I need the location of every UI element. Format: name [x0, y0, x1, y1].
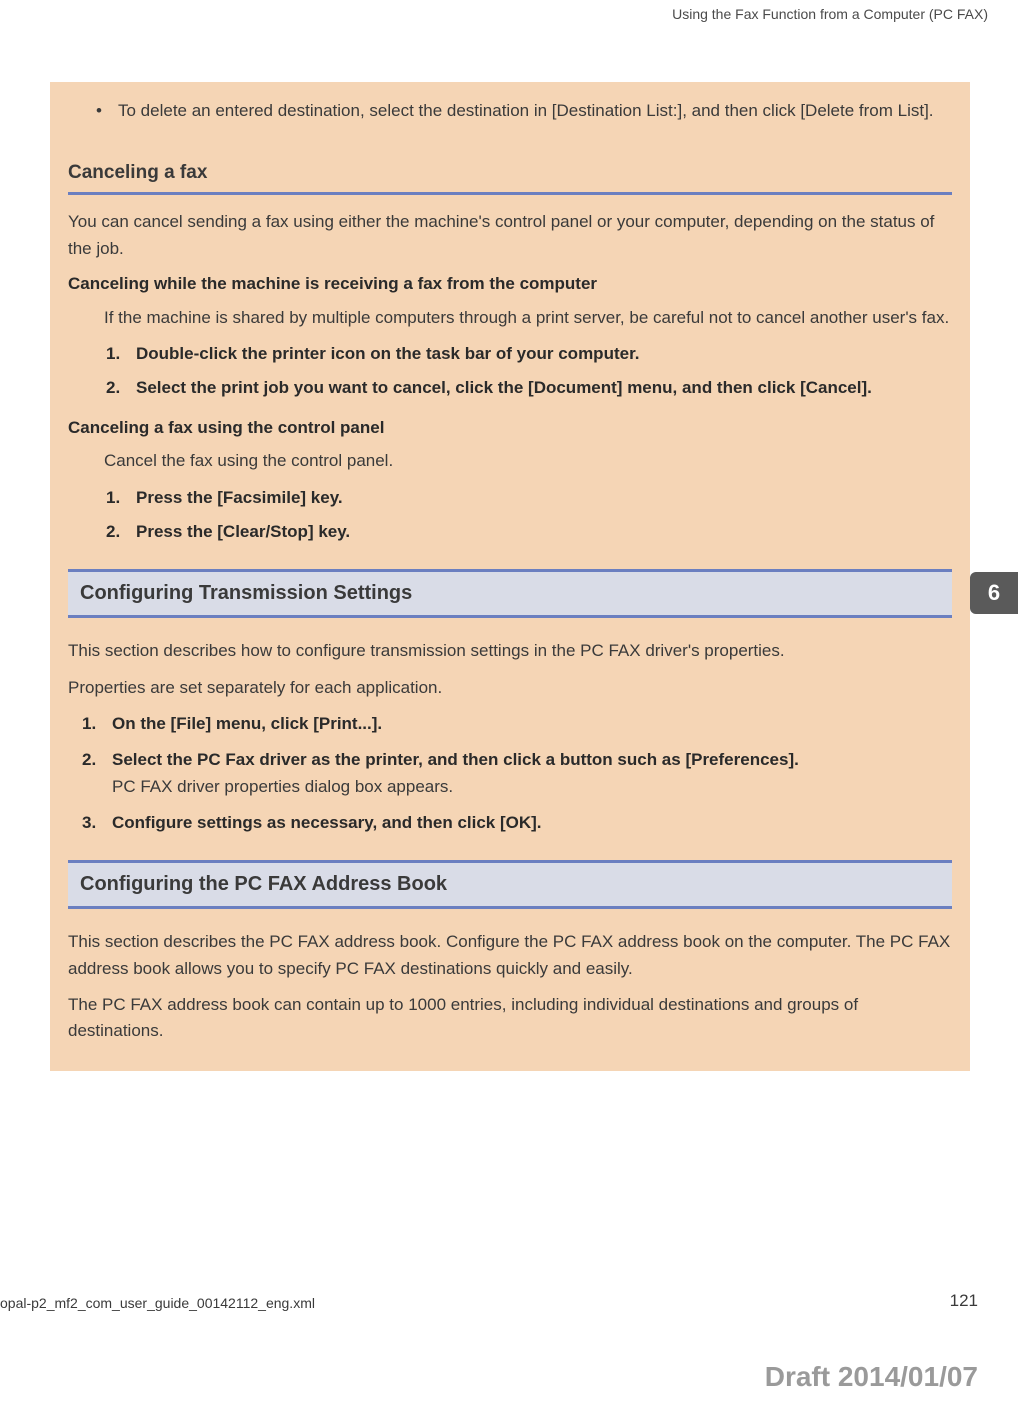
draft-watermark: Draft 2014/01/07	[765, 1361, 978, 1393]
running-header: Using the Fax Function from a Computer (…	[0, 0, 1018, 22]
bullet-dot-icon: •	[96, 98, 118, 124]
list-item: 1. Press the [Facsimile] key.	[106, 485, 952, 511]
bullet-text: To delete an entered destination, select…	[118, 98, 934, 124]
cancel-sub1-title: Canceling while the machine is receiving…	[68, 272, 952, 297]
cancel-sub2-title: Canceling a fax using the control panel	[68, 416, 952, 441]
addrbook-p2: The PC FAX address book can contain up t…	[68, 992, 952, 1045]
step-text: Double-click the printer icon on the tas…	[136, 341, 639, 367]
section-heading-canceling: Canceling a fax	[68, 154, 952, 195]
trans-p1: This section describes how to configure …	[68, 638, 952, 664]
bullet-block: • To delete an entered destination, sele…	[68, 98, 952, 154]
step-text: Press the [Facsimile] key.	[136, 485, 343, 511]
footer-filename: opal-p2_mf2_com_user_guide_00142112_eng.…	[0, 1295, 315, 1311]
step-number: 1.	[106, 341, 136, 367]
cancel-sub2-steps: 1. Press the [Facsimile] key. 2. Press t…	[68, 485, 952, 546]
section-heading-transmission: Configuring Transmission Settings	[68, 569, 952, 618]
trans-steps: 1. On the [File] menu, click [Print...].…	[68, 711, 952, 836]
cancel-sub1-steps: 1. Double-click the printer icon on the …	[68, 341, 952, 402]
step-number: 2.	[106, 519, 136, 545]
step-text: Select the PC Fax driver as the printer,…	[112, 747, 952, 773]
trans-p2: Properties are set separately for each a…	[68, 675, 952, 701]
step-text: Configure settings as necessary, and the…	[112, 810, 952, 836]
step-number: 1.	[106, 485, 136, 511]
list-item: 2. Press the [Clear/Stop] key.	[106, 519, 952, 545]
step-number: 2.	[106, 375, 136, 401]
content-panel: 6 • To delete an entered destination, se…	[50, 82, 970, 1071]
step-number: 3.	[82, 810, 112, 836]
step-number: 1.	[82, 711, 112, 737]
list-item: 2. Select the print job you want to canc…	[106, 375, 952, 401]
addrbook-p1: This section describes the PC FAX addres…	[68, 929, 952, 982]
section-heading-address-book: Configuring the PC FAX Address Book	[68, 860, 952, 909]
step-subtext: PC FAX driver properties dialog box appe…	[112, 774, 952, 800]
chapter-tab: 6	[970, 572, 1018, 614]
cancel-sub1-p: If the machine is shared by multiple com…	[68, 305, 952, 331]
step-text: On the [File] menu, click [Print...].	[112, 711, 952, 737]
step-text: Press the [Clear/Stop] key.	[136, 519, 350, 545]
list-item: 3. Configure settings as necessary, and …	[82, 810, 952, 836]
list-item: 1. Double-click the printer icon on the …	[106, 341, 952, 367]
page-number: 121	[950, 1291, 978, 1311]
step-number: 2.	[82, 747, 112, 800]
list-item: 2. Select the PC Fax driver as the print…	[82, 747, 952, 800]
bullet-item: • To delete an entered destination, sele…	[96, 98, 942, 124]
cancel-intro: You can cancel sending a fax using eithe…	[68, 209, 952, 262]
step-text: Select the print job you want to cancel,…	[136, 375, 872, 401]
list-item: 1. On the [File] menu, click [Print...].	[82, 711, 952, 737]
cancel-sub2-p: Cancel the fax using the control panel.	[68, 448, 952, 474]
